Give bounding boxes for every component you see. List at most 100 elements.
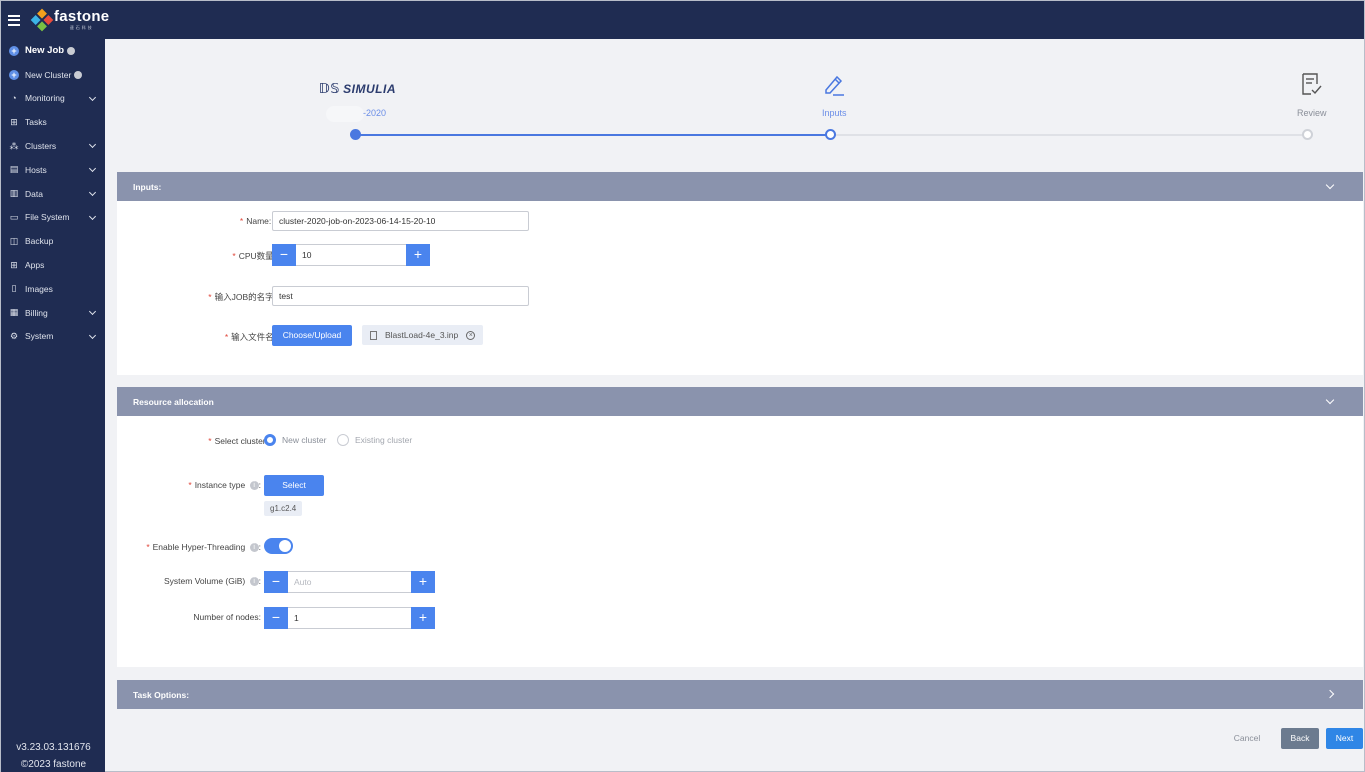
task-options-header[interactable]: Task Options: [117,680,1363,709]
select-instance-button[interactable]: Select [264,475,324,496]
step-1-label: -2020 [363,108,387,118]
top-bar: fastone 速石科技 [0,0,1365,39]
backup-icon: ◫ [9,235,19,246]
sidebar-item-clusters[interactable]: ⁂ Clusters [1,134,105,158]
resource-section-title: Resource allocation [133,396,214,407]
chevron-down-icon[interactable] [88,331,97,339]
chevron-down-icon[interactable] [88,188,97,196]
info-icon[interactable] [74,70,83,79]
progress-track-remaining [831,134,1307,136]
sidebar-item-file-system[interactable]: ▭ File System [1,206,105,230]
step-2-label: Inputs [822,108,847,118]
info-icon[interactable]: i [249,577,259,587]
system-volume-input[interactable]: Auto [288,571,411,593]
step-3-label: Review [1297,108,1327,118]
sidebar-item-apps[interactable]: ⊞ Apps [1,253,105,277]
chevron-down-icon[interactable] [88,141,97,149]
name-input[interactable]: cluster-2020-job-on-2023-06-14-15-20-10 [272,211,529,231]
settings-icon: ⚙ [9,330,19,341]
cpu-decrement-button[interactable]: − [272,244,296,266]
step-1-dot[interactable] [350,129,361,140]
sidebar-item-label: Clusters [25,141,57,152]
sidebar-item-images[interactable]: ▯ Images [1,277,105,301]
version-text: v3.23.03.131676 [16,742,91,753]
chevron-down-icon[interactable] [1325,180,1335,190]
sidebar-item-label: File System [25,212,70,223]
chevron-down-icon[interactable] [88,93,97,101]
sidebar-item-billing[interactable]: ▦ Billing [1,301,105,325]
copyright-text: ©2023 fastone [20,759,87,770]
file-label: * 输入文件名: [224,332,276,342]
task-options-title: Task Options: [133,689,190,700]
cpu-input[interactable]: 10 [296,244,406,266]
logo: fastone 速石科技 [30,8,109,32]
resource-section-body: * Select cluster: New cluster Existing cl… [117,416,1363,667]
sidebar-item-label: New Cluster [25,69,72,80]
radio-new-cluster[interactable]: New cluster [264,434,326,446]
system-volume-stepper: − Auto + [264,571,435,593]
gauge-icon: ◔ [11,93,17,104]
sidebar-item-new-cluster[interactable]: + New Cluster [1,63,105,87]
sidebar-item-hosts[interactable]: ▤ Hosts [1,158,105,182]
volume-decrement-button[interactable]: − [264,571,288,593]
nodes-stepper: − 1 + [264,607,435,629]
inputs-section-header[interactable]: Inputs: [117,172,1363,201]
sidebar-item-label: Apps [25,260,45,271]
sidebar-item-label: Billing [25,307,48,318]
inputs-section-title: Inputs: [133,181,162,192]
sidebar-item-new-job[interactable]: + New Job [1,39,105,63]
menu-icon[interactable] [8,14,20,26]
volume-increment-button[interactable]: + [411,571,435,593]
chevron-down-icon[interactable] [88,164,97,173]
file-name: BlastLoad-4e_3.inp [385,330,459,340]
radio-unselected-icon [337,434,349,446]
info-icon[interactable]: i [249,481,259,491]
instance-type-label: * Instance type i: [188,480,261,491]
bar-chart-icon: ▥ [9,188,19,199]
sidebar-item-data[interactable]: ▥ Data [1,182,105,206]
sidebar: + New Job + New Cluster ◔ Monitoring ⊞ Tasks ⁂ Cl… [0,39,105,772]
images-icon: ▯ [11,283,17,294]
back-button[interactable]: Back [1281,728,1319,749]
nodes-decrement-button[interactable]: − [264,607,288,629]
apps-icon: ⊞ [10,259,18,270]
nodes-input[interactable]: 1 [288,607,411,629]
choose-upload-button[interactable]: Choose/Upload [272,325,352,346]
file-chip: BlastLoad-4e_3.inp × [362,325,484,345]
next-button[interactable]: Next [1326,728,1363,749]
info-icon[interactable]: i [249,543,259,553]
hyperthreading-toggle[interactable] [264,538,293,554]
sidebar-item-backup[interactable]: ◫ Backup [1,229,105,253]
step-2-dot[interactable] [825,129,836,140]
resource-section-header[interactable]: Resource allocation [117,387,1363,416]
step-3-dot[interactable] [1302,129,1313,140]
jobname-input[interactable]: test [272,286,529,306]
sidebar-item-label: Hosts [25,164,47,175]
folder-icon: ▭ [9,211,19,222]
cpu-increment-button[interactable]: + [406,244,430,266]
cancel-button[interactable]: Cancel [1227,728,1267,749]
hyperthreading-label: * Enable Hyper-Threading i: [146,542,261,553]
nodes-increment-button[interactable]: + [411,607,435,629]
sidebar-item-system[interactable]: ⚙ System [1,325,105,349]
chevron-down-icon[interactable] [88,307,97,315]
simulia-brand: SIMULIA [343,82,396,96]
sidebar-item-label: Tasks [25,117,47,128]
sidebar-item-label: Images [25,283,53,294]
server-icon: ▤ [9,164,19,175]
grid-icon: ⊞ [10,116,18,127]
logo-mark-icon [30,8,54,32]
sidebar-item-monitoring[interactable]: ◔ Monitoring [1,87,105,111]
chevron-down-icon[interactable] [1325,395,1335,405]
chevron-down-icon[interactable] [88,212,97,220]
chevron-right-icon[interactable] [1325,689,1335,699]
remove-file-icon[interactable]: × [466,330,476,340]
system-volume-label: System Volume (GiB) i: [164,576,261,587]
inputs-section-body: * Name: : cluster-2020-job-on-2023-06-14-… [117,201,1363,375]
radio-existing-cluster[interactable]: Existing cluster [337,434,412,446]
sidebar-item-label: Data [25,188,43,199]
sidebar-item-tasks[interactable]: ⊞ Tasks [1,110,105,134]
instance-type-tag: g1.c2.4 [264,501,303,516]
logo-subtitle: 速石科技 [69,25,94,30]
info-icon[interactable] [67,46,76,55]
